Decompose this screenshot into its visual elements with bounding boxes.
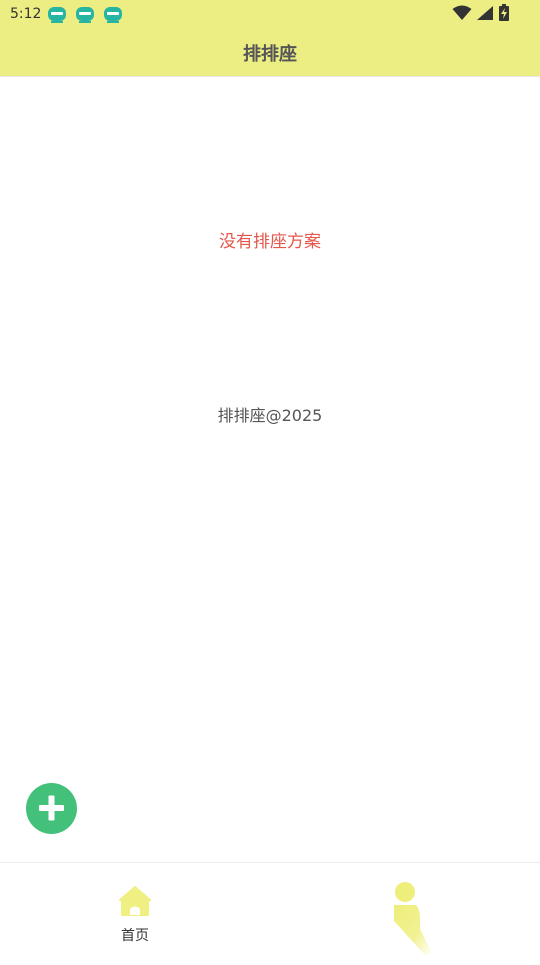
status-time: 5:12	[10, 6, 42, 22]
bottom-navigation: 首页	[0, 862, 540, 961]
app-bar: 排排座	[0, 30, 540, 77]
nav-item-home-label: 首页	[121, 928, 149, 944]
page-title: 排排座	[243, 44, 297, 65]
home-icon	[119, 886, 151, 916]
profile-icon	[394, 882, 432, 955]
cell-signal-icon	[476, 5, 494, 25]
copyright-text: 排排座@2025	[217, 406, 323, 425]
battery-charging-icon	[498, 4, 510, 26]
add-seating-plan-button[interactable]	[26, 783, 77, 834]
status-icons	[452, 4, 510, 26]
nav-item-home[interactable]: 首页	[100, 881, 170, 951]
wifi-icon	[452, 5, 472, 25]
nav-item-profile[interactable]	[380, 877, 440, 961]
plus-icon	[39, 795, 64, 821]
status-bar: 5:12	[0, 0, 540, 30]
app-notification-icon	[103, 6, 123, 24]
app-notification-icon	[47, 6, 67, 24]
app-notification-icon	[75, 6, 95, 24]
empty-state-message: 没有排座方案	[219, 232, 321, 252]
